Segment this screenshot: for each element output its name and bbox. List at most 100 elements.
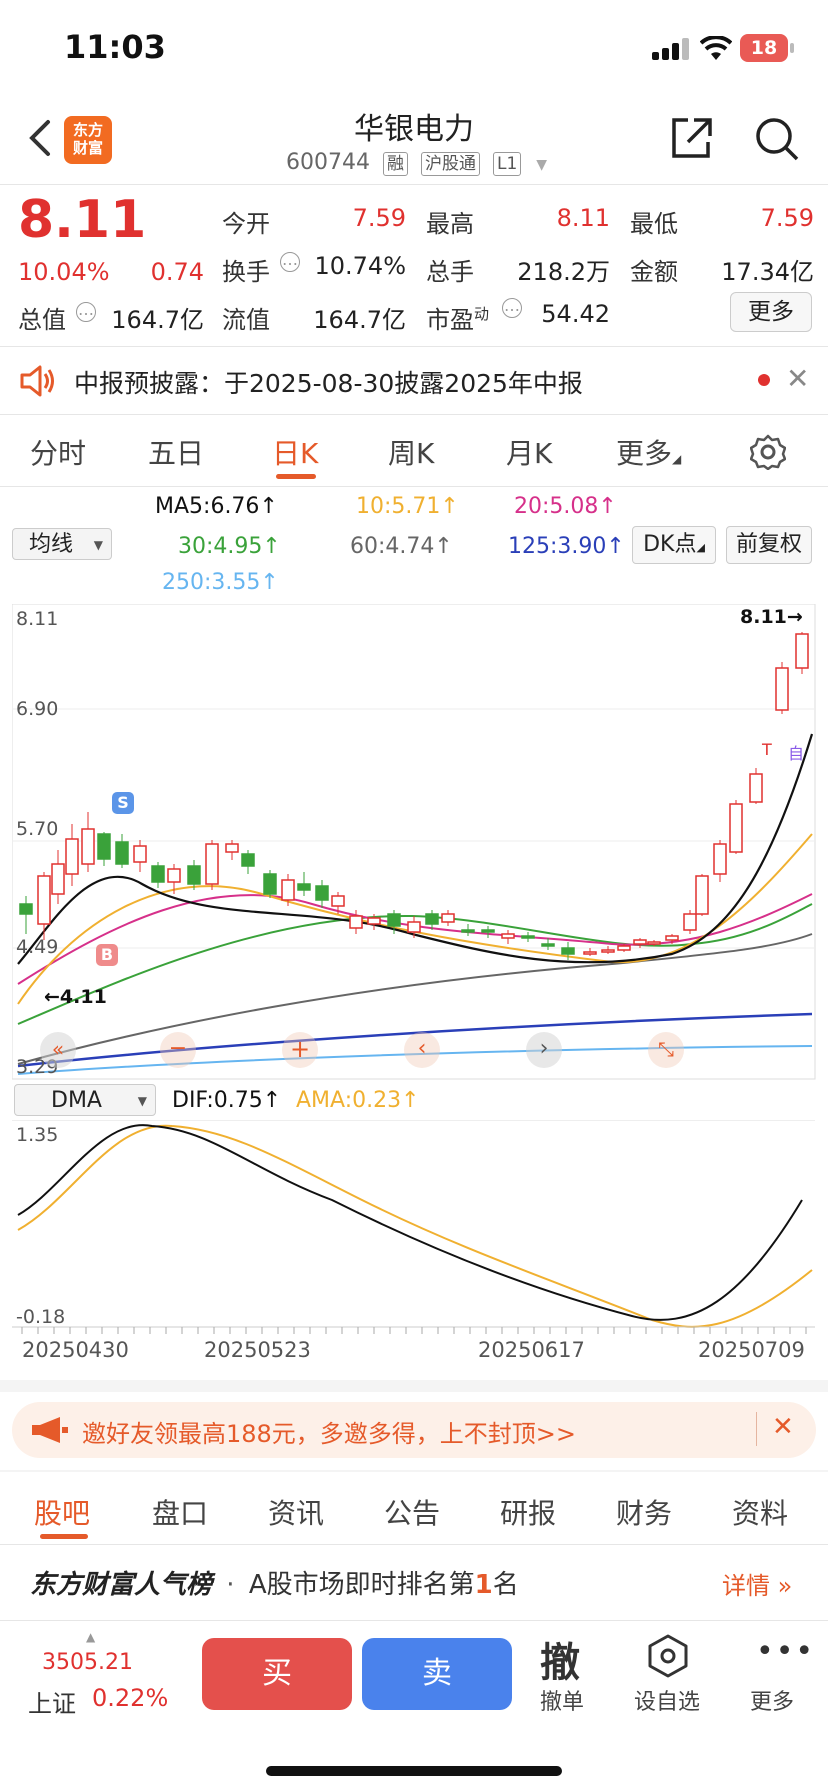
tab-five-day[interactable]: 五日 [148, 432, 204, 472]
fast-rewind-icon[interactable]: « [40, 1032, 76, 1068]
popularity-row[interactable]: 东方财富人气榜 · A股市场即时排名第1名 [30, 1564, 519, 1601]
popularity-detail-link[interactable]: 详情 » [722, 1566, 792, 1601]
ma10-text: 10:5.71 [356, 494, 441, 519]
float-mv-value: 164.7亿 [313, 306, 406, 334]
stock-code: 600744 [286, 150, 370, 175]
tab-more[interactable]: 更多◢ [616, 432, 681, 472]
cancel-order-label[interactable]: 撤单 [540, 1684, 584, 1716]
index-value[interactable]: 3505.21 [42, 1650, 133, 1675]
zoom-out-icon[interactable]: − [160, 1032, 196, 1068]
dk-point-label: DK点 [643, 532, 697, 557]
tab-daily-k[interactable]: 日K [272, 432, 318, 472]
ma20-label: 20:5.08↑ [514, 494, 617, 519]
notice-text[interactable]: 中报预披露：于2025-08-30披露2025年中报 [74, 364, 583, 400]
section-divider [0, 1470, 828, 1472]
pe-label: 市盈动 [426, 300, 489, 335]
status-bar: 11:03 18 [0, 0, 828, 96]
close-promo-icon[interactable]: ✕ [772, 1412, 794, 1442]
ma5-text: MA5:6.76 [155, 494, 260, 519]
info-icon[interactable]: … [502, 298, 522, 318]
candle-body [81, 828, 95, 865]
status-time: 11:03 [64, 28, 166, 66]
index-change[interactable]: 0.22% [92, 1684, 168, 1712]
cancel-order-icon[interactable]: 撤 [540, 1630, 580, 1688]
tab-order-book[interactable]: 盘口 [152, 1492, 208, 1532]
buy-signal-badge[interactable]: B [96, 944, 118, 966]
speaker-icon [20, 365, 54, 397]
buy-button[interactable]: 买 [202, 1638, 352, 1710]
dif-text: DIF:0.75 [172, 1088, 263, 1113]
tab-minute[interactable]: 分时 [30, 432, 86, 472]
add-watchlist-icon[interactable] [646, 1634, 690, 1678]
promo-divider [756, 1412, 757, 1446]
ama-label: AMA:0.23↑ [296, 1088, 420, 1113]
battery-icon: 18 [740, 34, 788, 62]
tab-news[interactable]: 资讯 [268, 1492, 324, 1532]
dma-selector[interactable]: DMA ▼ [14, 1084, 156, 1116]
ma20-text: 20:5.08 [514, 494, 599, 519]
search-icon[interactable] [754, 116, 800, 162]
candle-body [729, 803, 743, 853]
ma250-text: 250:3.55 [162, 570, 261, 595]
info-icon[interactable]: … [76, 302, 96, 322]
scroll-left-icon[interactable]: ‹ [404, 1032, 440, 1068]
index-expand-icon[interactable]: ▲ [86, 1630, 95, 1644]
y-label-4: 4.49 [16, 936, 59, 958]
more-label[interactable]: 更多 [750, 1684, 794, 1716]
settings-gear-icon[interactable] [750, 434, 786, 470]
candle-body [441, 913, 455, 923]
candlestick-chart[interactable] [12, 604, 816, 1080]
tab-finance[interactable]: 财务 [616, 1492, 672, 1532]
active-bottom-tab-underline [40, 1534, 88, 1539]
promo-banner[interactable]: 邀好友领最高188元，多邀多得，上不封顶>> ✕ [12, 1402, 816, 1458]
candle-body [541, 943, 555, 947]
candle-body [713, 843, 727, 875]
candle-body [51, 863, 65, 895]
candle-body [775, 667, 789, 711]
sell-signal-badge[interactable]: S [112, 792, 134, 814]
close-notice-icon[interactable]: ✕ [786, 362, 809, 395]
zoom-in-icon[interactable]: + [282, 1032, 318, 1068]
tab-weekly-k[interactable]: 周K [388, 432, 434, 472]
ma125-text: 125:3.90 [508, 534, 607, 559]
scroll-right-icon[interactable]: › [526, 1032, 562, 1068]
min-price-text: 4.11 [59, 986, 107, 1008]
candle-body [281, 879, 295, 901]
ma60-label: 60:4.74↑ [350, 534, 453, 559]
share-icon[interactable] [668, 116, 714, 162]
expand-icon[interactable]: ⤡ [648, 1032, 684, 1068]
candles [19, 632, 809, 960]
more-dots-icon[interactable]: ••• [756, 1634, 815, 1669]
turnover-label: 换手 [222, 258, 270, 286]
tab-monthly-k[interactable]: 月K [506, 432, 552, 472]
tab-announcements[interactable]: 公告 [384, 1492, 440, 1532]
x-label-3: 20250617 [478, 1338, 585, 1362]
home-indicator [266, 1766, 562, 1776]
popularity-sep: · [226, 1570, 235, 1600]
ama-text: AMA:0.23 [296, 1088, 402, 1113]
dk-point-button[interactable]: DK点◢ [632, 526, 716, 564]
more-quote-button[interactable]: 更多 [730, 292, 812, 332]
info-icon[interactable]: … [280, 252, 300, 272]
adjust-button[interactable]: 前复权 [726, 526, 812, 564]
sell-button[interactable]: 卖 [362, 1638, 512, 1710]
tab-profile[interactable]: 资料 [732, 1492, 788, 1532]
candle-body [187, 865, 201, 885]
action-bar-divider [0, 1620, 828, 1621]
pe-value: 54.42 [541, 300, 610, 328]
add-watchlist-label[interactable]: 设自选 [634, 1684, 700, 1716]
battery-level: 18 [750, 37, 778, 59]
y-label-2: 6.90 [16, 698, 59, 720]
tab-research[interactable]: 研报 [500, 1492, 556, 1532]
stock-subline[interactable]: 600744 融 沪股通 L1 ▼ [286, 150, 547, 176]
index-name[interactable]: 上证 [28, 1684, 76, 1719]
candle-body [297, 883, 311, 891]
unread-dot [758, 374, 770, 386]
candle-body [601, 949, 615, 953]
candle-body [521, 935, 535, 939]
candle-body [205, 843, 219, 885]
candle-body [407, 921, 421, 933]
amount-value: 17.34亿 [721, 258, 814, 286]
indicator-selector[interactable]: 均线 ▼ [12, 528, 112, 560]
tab-forum[interactable]: 股吧 [34, 1492, 90, 1532]
